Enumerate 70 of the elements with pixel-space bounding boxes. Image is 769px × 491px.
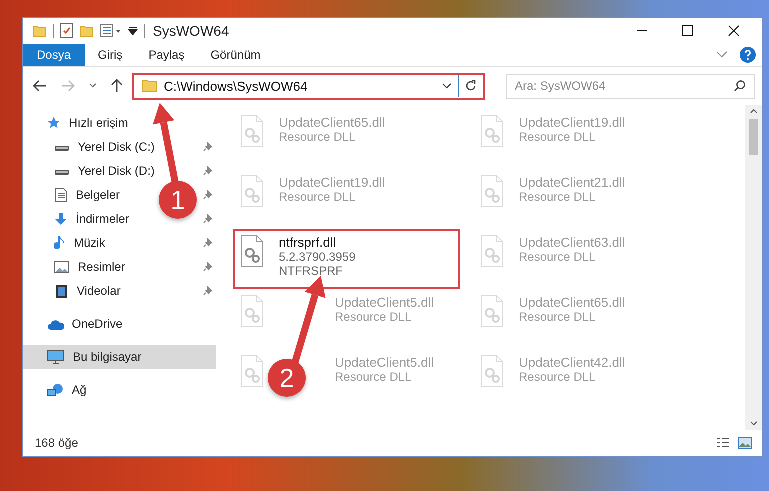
file-description: Resource DLL: [519, 190, 597, 204]
dropdown-caret-icon[interactable]: [442, 83, 452, 89]
dll-file-icon: [479, 355, 506, 389]
star-icon: [47, 116, 61, 130]
file-menu-tab[interactable]: Dosya: [23, 44, 86, 66]
ribbon-tab[interactable]: Görünüm: [198, 44, 274, 66]
file-description: Resource DLL: [519, 370, 597, 384]
dll-file-icon: [239, 295, 266, 329]
view-dropdown-icon[interactable]: [100, 24, 122, 38]
customize-caret-icon[interactable]: [128, 26, 138, 36]
file-description: NTFRSPRF: [279, 264, 344, 278]
file-description: Resource DLL: [279, 130, 357, 144]
dll-file-icon: [239, 355, 266, 389]
up-arrow-icon[interactable]: [111, 79, 123, 93]
dll-file-icon: [239, 235, 266, 269]
refresh-icon[interactable]: [465, 80, 477, 92]
sidebar-item[interactable]: Müzik: [54, 231, 106, 255]
file-version: 5.2.3790.3959: [279, 250, 356, 264]
dll-file-icon: [239, 175, 266, 209]
help-icon[interactable]: [740, 47, 756, 63]
maximize-icon[interactable]: [682, 25, 694, 37]
file-name[interactable]: ntfrsprf.dll: [279, 235, 356, 250]
sidebar-item[interactable]: Bu bilgisayar: [47, 345, 142, 369]
computer-icon: [47, 350, 65, 364]
film-strip-icon: [54, 284, 69, 298]
scroll-up-icon[interactable]: [750, 109, 758, 114]
address-field[interactable]: C:\Windows\SysWOW64: [132, 72, 485, 100]
picture-icon: [54, 260, 70, 274]
sidebar-item[interactable]: Videolar: [54, 279, 121, 303]
dll-file-icon: [479, 295, 506, 329]
down-arrow-icon: [54, 212, 68, 226]
dll-file-icon: [479, 175, 506, 209]
sidebar-item[interactable]: Hızlı erişim: [47, 111, 128, 135]
search-field[interactable]: Ara: SysWOW64: [506, 74, 755, 98]
folder-icon: [142, 79, 158, 93]
scrollbar[interactable]: [745, 105, 762, 430]
chevron-down-icon[interactable]: [716, 51, 728, 59]
dll-file-icon: [479, 115, 506, 149]
file-description: Resource DLL: [335, 310, 413, 324]
network-icon: [47, 382, 64, 398]
file-description: Resource DLL: [519, 310, 597, 324]
search-icon[interactable]: [734, 80, 746, 92]
file-description: Resource DLL: [519, 130, 597, 144]
window-title: SysWOW64: [153, 23, 230, 39]
sidebar-item[interactable]: Yerel Disk (D:): [54, 159, 155, 183]
document-icon: [54, 188, 68, 202]
sidebar-item[interactable]: Yerel Disk (C:): [54, 135, 155, 159]
details-view-icon[interactable]: [716, 437, 730, 449]
large-icons-view-icon[interactable]: [738, 437, 752, 449]
properties-checklist-icon[interactable]: [60, 23, 74, 39]
scrollbar-thumb[interactable]: [749, 119, 758, 155]
music-note-icon: [54, 236, 66, 250]
file-description: Resource DLL: [519, 250, 597, 264]
sidebar-item[interactable]: OneDrive: [47, 312, 123, 336]
file-description: Resource DLL: [279, 190, 357, 204]
ribbon-tab[interactable]: Giriş: [85, 44, 136, 66]
back-arrow-icon[interactable]: [33, 80, 47, 92]
dll-file-icon: [239, 115, 266, 149]
sidebar-item[interactable]: İndirmeler: [54, 207, 130, 231]
ribbon-tab[interactable]: Paylaş: [136, 44, 198, 66]
scroll-down-icon[interactable]: [750, 421, 758, 426]
sidebar-item[interactable]: Resimler: [54, 255, 126, 279]
cloud-icon: [47, 318, 64, 330]
item-count: 168 öğe: [35, 436, 78, 450]
dll-file-icon: [479, 235, 506, 269]
sidebar-item[interactable]: Belgeler: [54, 183, 120, 207]
recent-caret-icon[interactable]: [89, 83, 97, 89]
sidebar-item[interactable]: Ağ: [47, 378, 87, 402]
close-icon[interactable]: [728, 25, 740, 37]
file-description: Resource DLL: [335, 370, 413, 384]
